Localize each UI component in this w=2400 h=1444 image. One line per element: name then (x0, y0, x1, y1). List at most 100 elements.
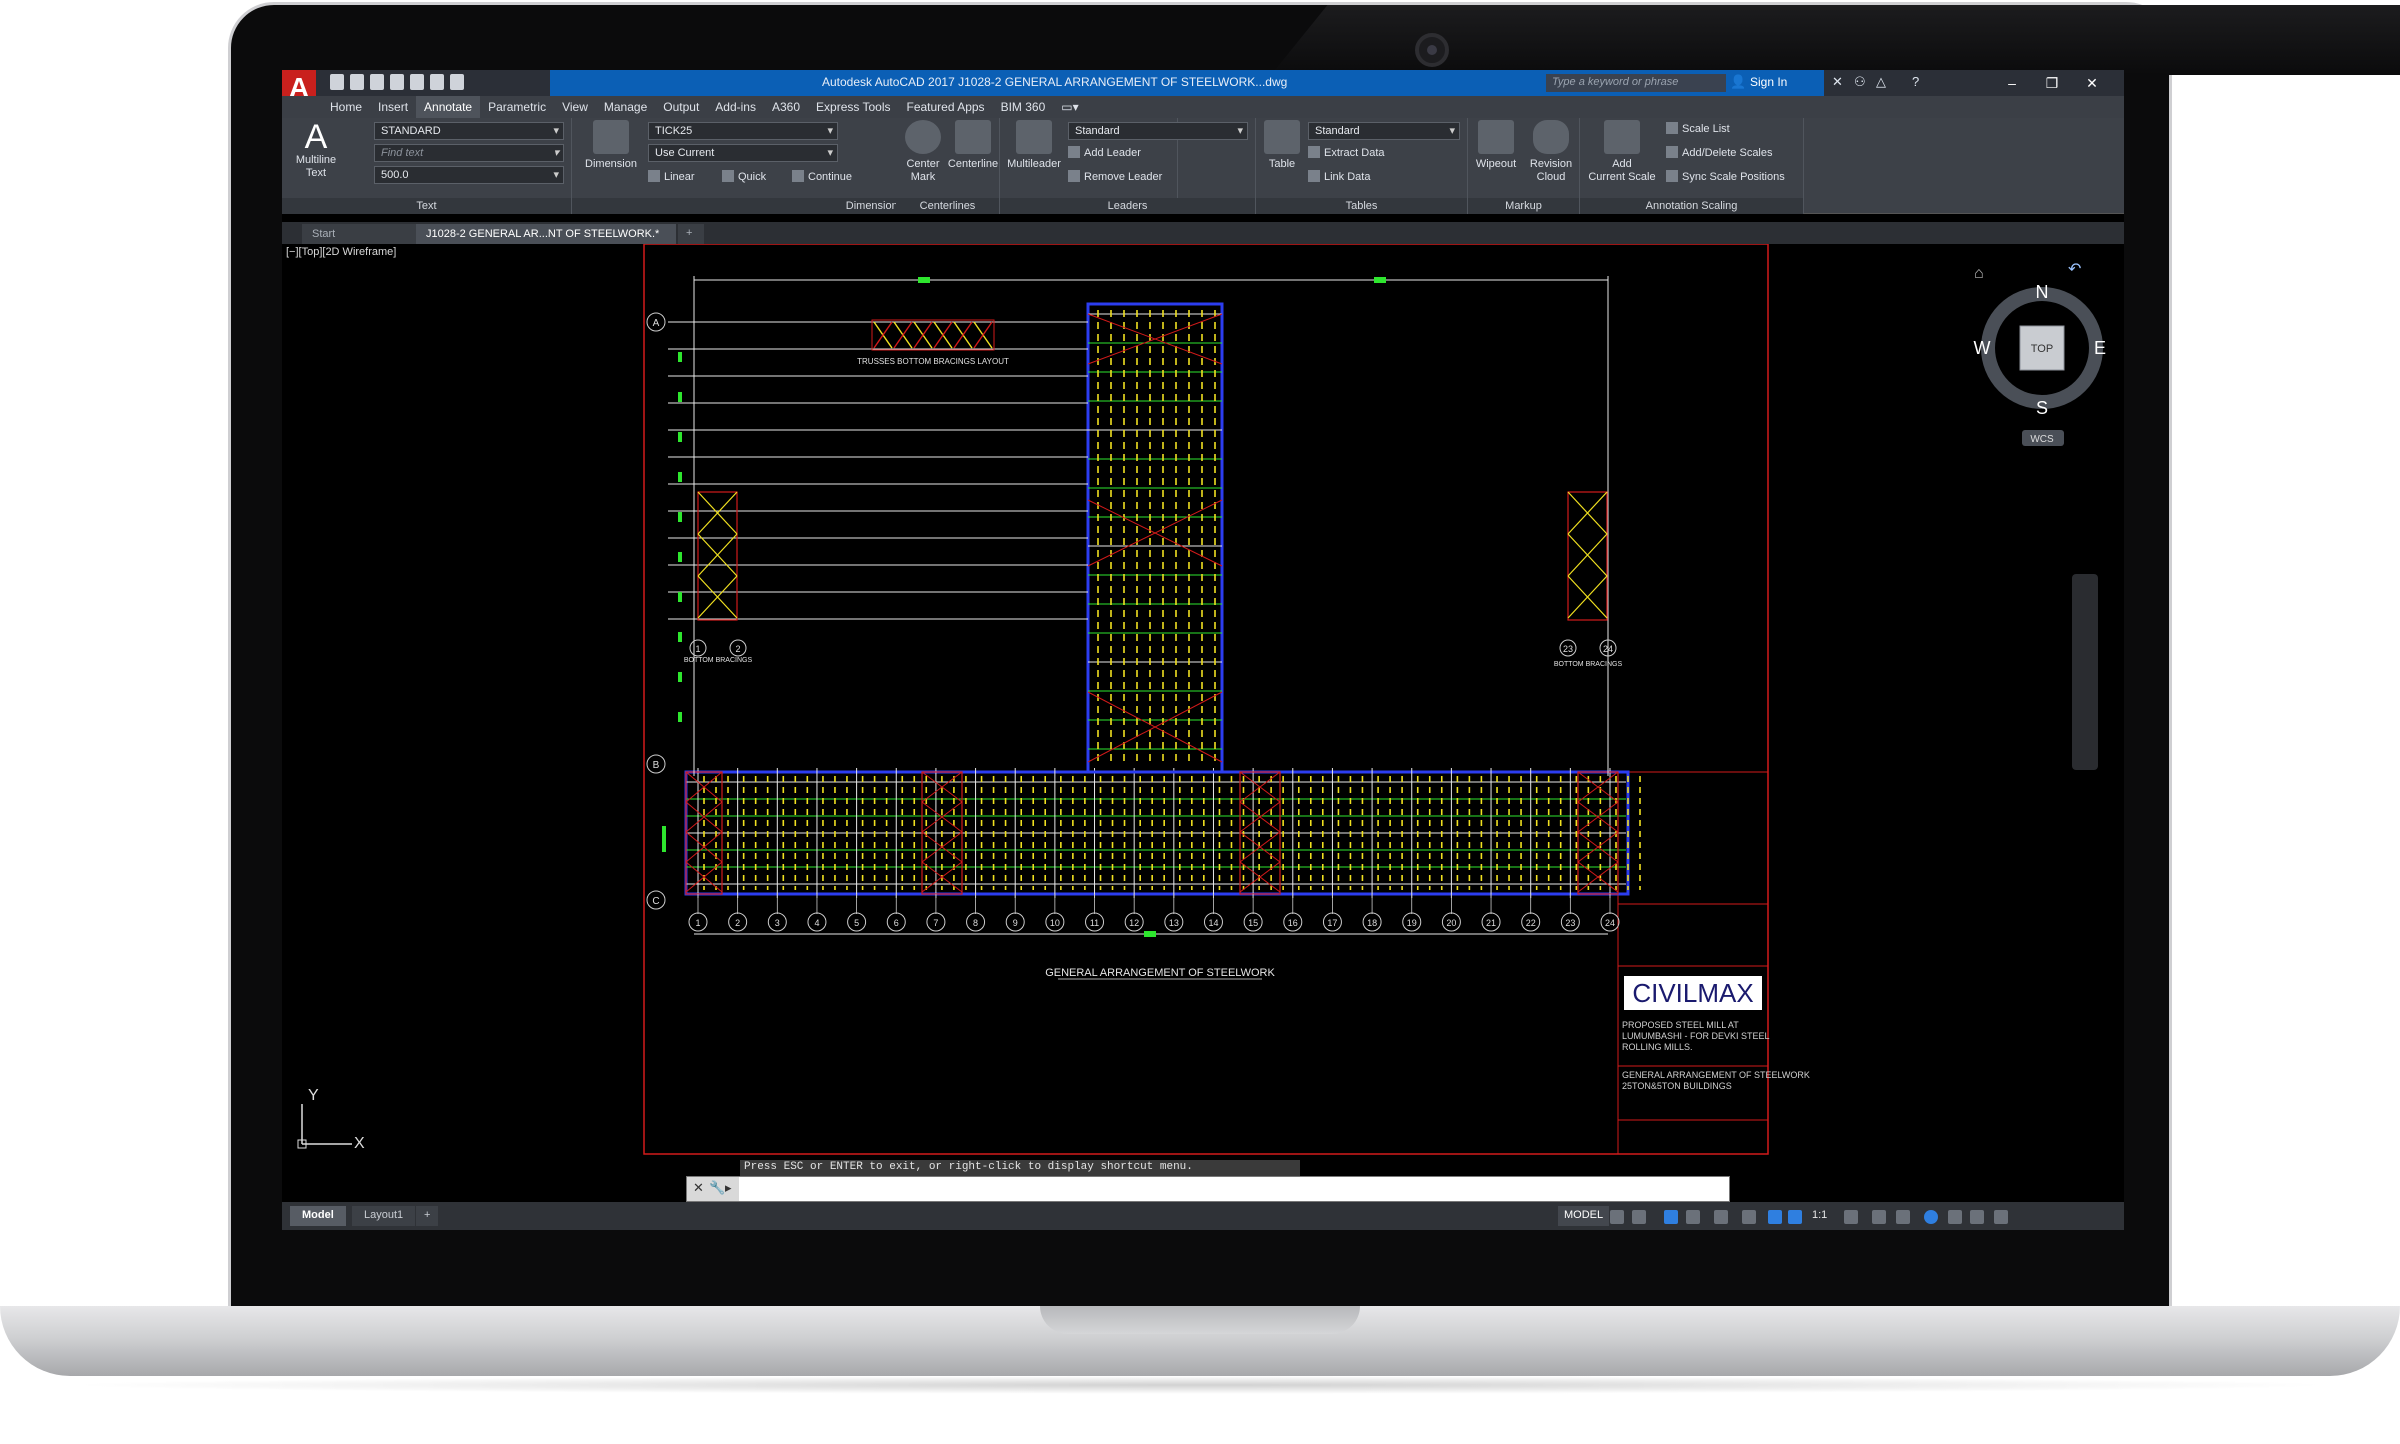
redo-icon[interactable] (450, 74, 464, 90)
customization-menu-icon[interactable] (1994, 1210, 2008, 1224)
osnap-icon[interactable] (1714, 1210, 1728, 1224)
recent-commands-icon[interactable]: ▸ (725, 1180, 732, 1196)
text-style-select[interactable]: STANDARD (374, 122, 564, 140)
help-icon[interactable]: ? (1912, 74, 1919, 89)
text-height-select[interactable]: 500.0 (374, 166, 564, 184)
tab-add-ins[interactable]: Add-ins (707, 96, 764, 118)
column-grid-label: 23 (1565, 918, 1575, 928)
multileader-button[interactable]: Multileader (1004, 120, 1064, 171)
centerline-button[interactable]: Centerline (946, 120, 1000, 171)
table-button[interactable]: Table (1260, 120, 1304, 171)
add-current-scale-button[interactable]: Add Current Scale (1584, 120, 1660, 184)
tab-home[interactable]: Home (322, 96, 370, 118)
minimize-button[interactable]: – (1992, 72, 2032, 94)
extract-data-button[interactable]: Extract Data (1308, 146, 1385, 159)
text-panel-title[interactable]: Text (282, 198, 571, 214)
close-command-line-icon[interactable]: ✕ (693, 1180, 704, 1196)
leader-style-select[interactable]: Standard (1068, 122, 1248, 140)
add-delete-scales-button[interactable]: Add/Delete Scales (1666, 146, 1773, 159)
search-input[interactable]: Type a keyword or phrase (1546, 74, 1726, 92)
lineweight-icon[interactable] (1742, 1210, 1756, 1224)
model-space-indicator[interactable]: MODEL (1558, 1206, 1610, 1226)
link-data-button[interactable]: Link Data (1308, 170, 1370, 183)
remove-leader-button[interactable]: Remove Leader (1068, 170, 1162, 183)
ortho-icon[interactable] (1664, 1210, 1678, 1224)
layout1-tab[interactable]: Layout1 (352, 1206, 416, 1226)
find-text-input[interactable]: Find text (374, 144, 564, 162)
dimension-marker (678, 432, 682, 442)
stay-connected-icon[interactable]: △ (1876, 74, 1886, 90)
isolate-objects-icon[interactable] (1896, 1210, 1910, 1224)
workspace-gear-icon[interactable] (1844, 1210, 1858, 1224)
auto-scale-icon[interactable] (1788, 1210, 1802, 1224)
dim-layer-select[interactable]: Use Current (648, 144, 838, 162)
grid-icon[interactable] (1610, 1210, 1624, 1224)
print-icon[interactable] (410, 74, 424, 90)
drawing-name-line: GENERAL ARRANGEMENT OF STEELWORK (1622, 1070, 1810, 1080)
user-icon[interactable]: 👤 (1730, 74, 1746, 90)
tab-express-tools[interactable]: Express Tools (808, 96, 898, 118)
scale-list-button[interactable]: Scale List (1666, 122, 1730, 135)
tab-annotate[interactable]: Annotate (416, 96, 481, 118)
drawing-viewport[interactable]: [−][Top][2D Wireframe] CIVILMAX PROPOSED … (282, 244, 2124, 1164)
command-hint: Press ESC or ENTER to exit, or right-cli… (740, 1160, 1300, 1176)
clean-screen-icon[interactable] (1948, 1210, 1962, 1224)
column-grid-label: 6 (894, 918, 899, 928)
undo-icon[interactable] (430, 74, 444, 90)
open-icon[interactable] (350, 74, 364, 90)
annotation-monitor-icon[interactable] (1872, 1210, 1886, 1224)
tab-view[interactable]: View (554, 96, 596, 118)
quick-button[interactable]: Quick (722, 170, 766, 183)
annotation-visibility-icon[interactable] (1768, 1210, 1782, 1224)
add-leader-button[interactable]: Add Leader (1068, 146, 1141, 159)
column-grid-label: 9 (1013, 918, 1018, 928)
add-layout-button[interactable]: + (416, 1206, 439, 1226)
tab-bim-360[interactable]: BIM 360 (993, 96, 1054, 118)
navigation-bar[interactable] (2072, 574, 2098, 770)
hardware-acceleration-icon[interactable] (1924, 1210, 1938, 1224)
tab-a360[interactable]: A360 (764, 96, 808, 118)
command-line[interactable]: ✕ 🔧 ▸ (686, 1176, 1730, 1202)
center-mark-button[interactable]: Center Mark (898, 120, 948, 184)
table-style-select[interactable]: Standard (1308, 122, 1460, 140)
drawing-canvas[interactable]: CIVILMAX PROPOSED STEEL MILL ATLUMUMBASHI… (282, 244, 2124, 1164)
column-grid-label: 2 (735, 918, 740, 928)
continue-button[interactable]: Continue (792, 170, 852, 183)
customize-icon[interactable]: 🔧 (709, 1180, 725, 1196)
dim-style-select[interactable]: TICK25 (648, 122, 838, 140)
annotation-scale[interactable]: 1:1 (1812, 1209, 1827, 1221)
wipeout-button[interactable]: Wipeout (1470, 120, 1522, 171)
revision-cloud-icon (1533, 120, 1569, 154)
tab-parametric[interactable]: Parametric (480, 96, 554, 118)
ribbon-toggle-icon[interactable]: ▭▾ (1053, 96, 1086, 118)
model-tab[interactable]: Model (290, 1206, 346, 1226)
save-icon[interactable] (370, 74, 384, 90)
new-icon[interactable] (330, 74, 344, 90)
drawing-tab[interactable]: J1028-2 GENERAL AR...NT OF STEELWORK.* (416, 224, 676, 244)
save-as-icon[interactable] (390, 74, 404, 90)
close-button[interactable]: ✕ (2072, 72, 2112, 94)
revision-cloud-button[interactable]: Revision Cloud (1524, 120, 1578, 184)
connect-icon[interactable]: ⚇ (1854, 74, 1866, 90)
restore-button[interactable]: ❐ (2032, 72, 2072, 94)
annotation-scaling-panel-title: Annotation Scaling (1580, 198, 1803, 214)
fullscreen-icon[interactable] (1970, 1210, 1984, 1224)
column-grid-label: 12 (1129, 918, 1139, 928)
tab-insert[interactable]: Insert (370, 96, 416, 118)
quick-access-toolbar (330, 74, 464, 90)
tab-manage[interactable]: Manage (596, 96, 655, 118)
polar-icon[interactable] (1686, 1210, 1700, 1224)
sign-in-button[interactable]: Sign In (1750, 75, 1787, 89)
snap-icon[interactable] (1632, 1210, 1646, 1224)
tab-output[interactable]: Output (655, 96, 707, 118)
tab-featured-apps[interactable]: Featured Apps (899, 96, 993, 118)
exchange-icon[interactable]: ✕ (1832, 74, 1843, 90)
multiline-text-button[interactable]: A Multiline Text (288, 120, 344, 180)
linear-button[interactable]: Linear (648, 170, 695, 183)
dimension-button[interactable]: Dimension (582, 120, 640, 171)
ribbon-tabs: Home Insert Annotate Parametric View Manage Ou… (282, 96, 2124, 118)
tables-panel-title[interactable]: Tables (1256, 198, 1467, 214)
new-tab-button[interactable]: + (678, 224, 704, 244)
leaders-panel-title[interactable]: Leaders (1000, 198, 1255, 214)
sync-scale-positions-button[interactable]: Sync Scale Positions (1666, 170, 1785, 183)
